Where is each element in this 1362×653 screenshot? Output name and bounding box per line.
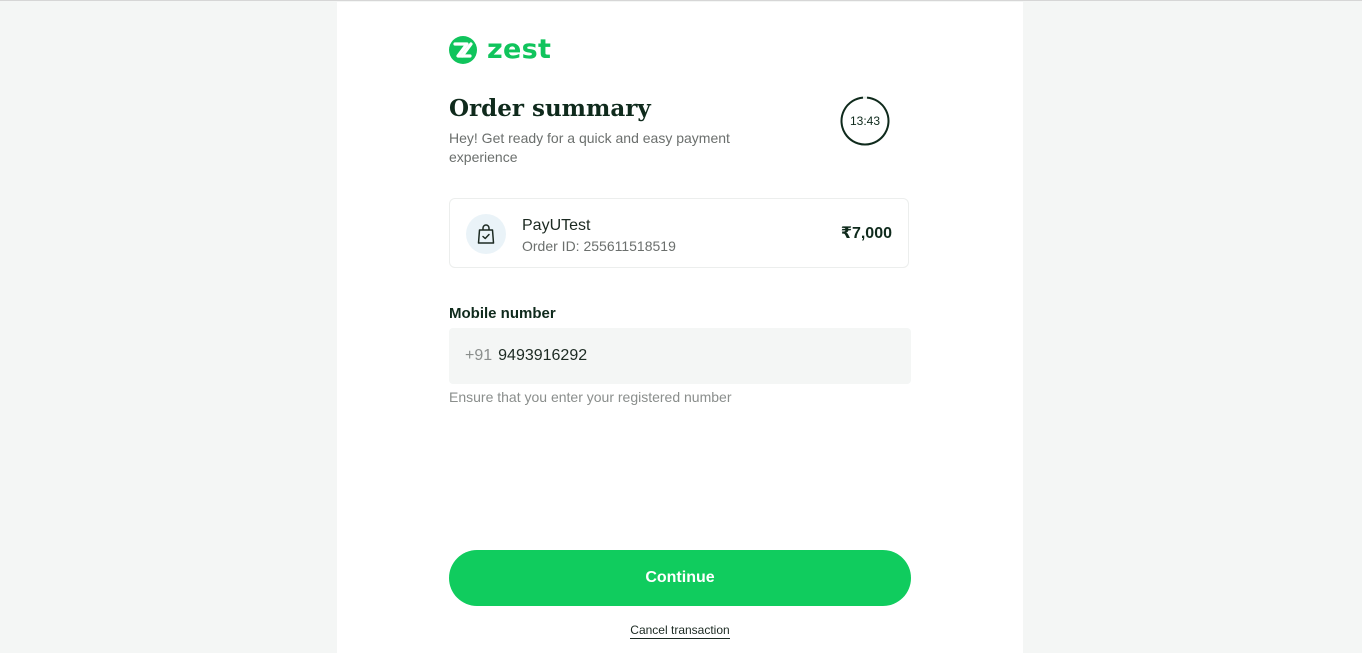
country-code-prefix: +91 bbox=[465, 347, 493, 364]
mobile-number-label: Mobile number bbox=[449, 305, 556, 322]
top-divider bbox=[0, 0, 1362, 1]
cancel-container: Cancel transaction bbox=[449, 622, 911, 639]
brand-logo: zest bbox=[449, 35, 551, 65]
brand-name: zest bbox=[487, 34, 552, 65]
merchant-name: PayUTest bbox=[522, 217, 591, 234]
order-summary-box: PayUTest Order ID: 255611518519 ₹7,000 bbox=[449, 198, 909, 268]
zest-logo-icon bbox=[449, 36, 477, 64]
timer-value: 13:43 bbox=[849, 114, 881, 128]
continue-button[interactable]: Continue bbox=[449, 550, 911, 606]
cancel-transaction-link[interactable]: Cancel transaction bbox=[630, 623, 730, 639]
shopping-bag-icon bbox=[466, 214, 506, 254]
checkout-card: zest Order summary Hey! Get ready for a … bbox=[337, 2, 1023, 653]
mobile-number-field[interactable]: +91 bbox=[449, 328, 911, 384]
order-id: Order ID: 255611518519 bbox=[522, 238, 676, 254]
mobile-number-input[interactable] bbox=[498, 347, 879, 365]
mobile-helper-text: Ensure that you enter your registered nu… bbox=[449, 389, 732, 405]
page-title: Order summary bbox=[449, 95, 651, 122]
countdown-timer: 13:43 bbox=[840, 96, 890, 146]
page-subtitle: Hey! Get ready for a quick and easy paym… bbox=[449, 130, 730, 165]
order-amount: ₹7,000 bbox=[840, 225, 892, 242]
